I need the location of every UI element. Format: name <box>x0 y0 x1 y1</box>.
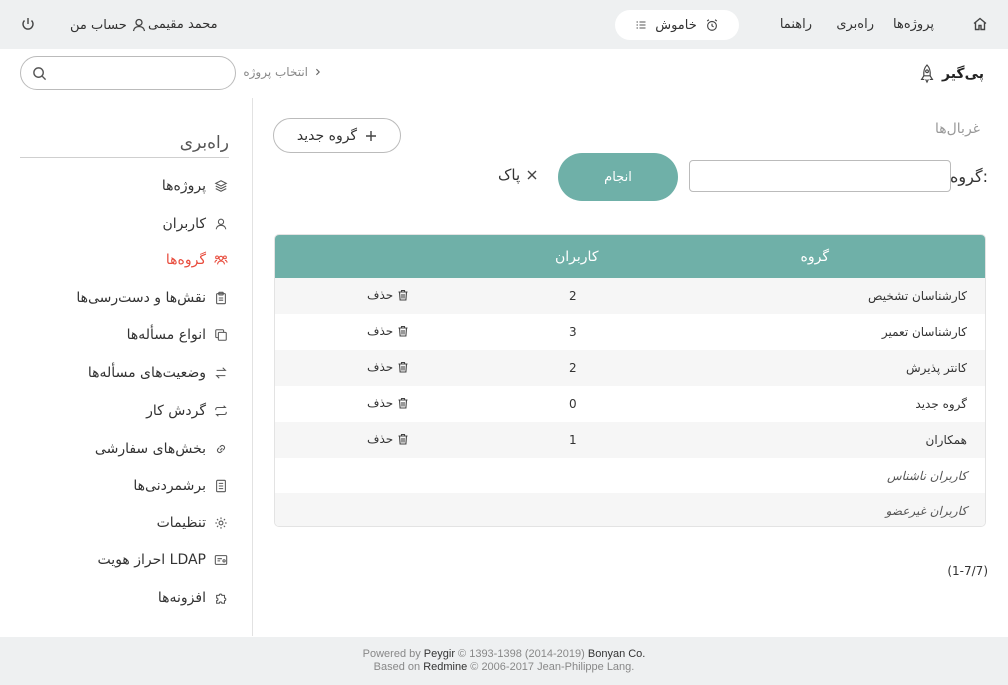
footer-line-based: Based on Redmine © 2006-2017 Jean-Philip… <box>373 661 635 673</box>
user-count: 2 <box>569 289 577 303</box>
sidebar-item-custom-fields[interactable]: بخش‌های سفارشی <box>95 441 228 457</box>
apply-button[interactable]: انجام <box>558 153 678 201</box>
sidebar-title: راه‌بری <box>179 133 229 153</box>
project-selector-label: انتخاب پروژه <box>243 65 308 79</box>
table-row: گروه جدید 0 حذف <box>275 386 985 422</box>
home-icon <box>973 17 987 31</box>
peygir-link[interactable]: Peygir <box>424 648 455 660</box>
group-name-link[interactable]: گروه جدید <box>915 397 967 411</box>
trash-icon <box>398 325 408 337</box>
group-name-link[interactable]: کاربران ناشناس <box>887 469 967 483</box>
footer: Powered by Peygir © 1393-1398 (2014-2019… <box>0 637 1008 685</box>
clear-button[interactable]: پاک <box>498 166 538 184</box>
sidebar-item-settings[interactable]: تنظیمات <box>157 515 228 531</box>
sidebar-title-underline <box>20 157 229 158</box>
sidebar-divider <box>252 98 253 636</box>
repeat-icon <box>215 405 227 417</box>
sidebar-item-groups[interactable]: گروه‌ها <box>166 252 228 268</box>
swap-icon <box>215 367 227 379</box>
list-icon <box>636 21 646 29</box>
user-icon <box>215 218 227 230</box>
gear-icon <box>215 517 227 529</box>
logout-button[interactable] <box>20 16 36 32</box>
trash-icon <box>398 361 408 373</box>
group-name-link[interactable]: کارشناسان تعمیر <box>882 325 967 339</box>
my-account-link[interactable]: حساب من <box>70 17 147 33</box>
group-filter-input[interactable] <box>689 160 951 192</box>
column-header-users[interactable]: کاربران <box>555 249 598 265</box>
chevron-right-icon <box>316 68 320 76</box>
new-group-button[interactable]: گروه جدید <box>273 118 401 153</box>
group-name-link[interactable]: کانتر پذیرش <box>906 361 967 375</box>
sidebar-item-roles[interactable]: نقش‌ها و دست‌رسی‌ها <box>76 290 228 306</box>
copy-icon <box>215 329 227 341</box>
pagination-count: (1-7/7) <box>947 564 988 578</box>
link-icon <box>217 445 225 453</box>
group-name-link[interactable]: همکاران <box>926 433 968 447</box>
filters-heading: غربال‌ها <box>934 121 980 137</box>
nav-projects[interactable]: پروژه‌ها <box>893 17 934 32</box>
power-icon <box>22 18 34 30</box>
sidebar-item-plugins[interactable]: افزونه‌ها <box>158 590 228 606</box>
clipboard-icon <box>216 291 226 305</box>
user-icon <box>132 18 145 32</box>
table-row: کارشناسان تعمیر 3 حذف <box>275 314 985 350</box>
column-header-group[interactable]: گروه <box>801 249 830 265</box>
nav-admin[interactable]: راه‌بری <box>836 17 874 32</box>
delete-button[interactable]: حذف <box>367 432 409 446</box>
delete-button[interactable]: حذف <box>367 396 409 410</box>
list-icon <box>216 479 226 493</box>
silent-toggle[interactable]: خاموش <box>615 10 739 40</box>
user-count: 0 <box>569 397 577 411</box>
brand-name: پی‌گیر <box>942 66 984 82</box>
sidebar-item-issue-types[interactable]: انواع مسأله‌ها <box>127 327 228 343</box>
sidebar-item-enumerations[interactable]: برشمردنی‌ها <box>133 478 228 494</box>
delete-button[interactable]: حذف <box>367 360 409 374</box>
silent-label: خاموش <box>655 17 697 33</box>
table-row: کاربران غیرعضو <box>275 493 985 526</box>
bonyan-link[interactable]: Bonyan Co. <box>588 648 645 660</box>
groups-table: گروه کاربران کارشناسان تشخیص 2 حذف کارشن… <box>274 234 986 527</box>
search-box[interactable] <box>20 56 236 90</box>
layers-icon <box>214 180 228 192</box>
table-row: کانتر پذیرش 2 حذف <box>275 350 985 386</box>
nav-help[interactable]: راهنما <box>780 17 812 32</box>
rocket-icon <box>920 64 934 84</box>
group-name-link[interactable]: کارشناسان تشخیص <box>868 289 967 303</box>
table-row: کاربران ناشناس <box>275 458 985 494</box>
user-count: 2 <box>569 361 577 375</box>
project-selector[interactable]: انتخاب پروژه <box>243 65 322 79</box>
delete-button[interactable]: حذف <box>367 288 409 302</box>
brand-logo[interactable]: پی‌گیر <box>918 62 984 86</box>
group-filter-label: گروه: <box>950 167 988 186</box>
table-header: گروه کاربران <box>275 235 985 278</box>
trash-icon <box>398 433 408 445</box>
search-icon <box>33 67 47 81</box>
close-icon <box>527 170 537 180</box>
redmine-link[interactable]: Redmine <box>423 661 467 673</box>
plus-icon <box>366 130 377 141</box>
trash-icon <box>398 289 408 301</box>
delete-button[interactable]: حذف <box>367 324 409 338</box>
trash-icon <box>398 397 408 409</box>
search-input[interactable] <box>57 63 227 83</box>
sidebar-item-issue-statuses[interactable]: وضعیت‌های مسأله‌ها <box>88 365 228 381</box>
table-row: همکاران 1 حذف <box>275 422 985 458</box>
footer-line-powered: Powered by Peygir © 1393-1398 (2014-2019… <box>362 648 646 660</box>
id-card-icon <box>214 555 228 565</box>
home-button[interactable] <box>972 16 988 32</box>
top-bar: پروژه‌ها راه‌بری راهنما خاموش حساب من مح… <box>0 0 1008 49</box>
alarm-clock-icon <box>706 19 717 31</box>
user-name[interactable]: محمد مقیمی <box>148 17 218 32</box>
user-count: 1 <box>569 433 577 447</box>
sidebar-item-projects[interactable]: پروژه‌ها <box>162 178 228 194</box>
sidebar-item-users[interactable]: کاربران <box>163 216 228 232</box>
sidebar-item-workflow[interactable]: گردش کار <box>146 403 228 419</box>
user-count: 3 <box>569 325 577 339</box>
sidebar-item-ldap[interactable]: احراز هویت LDAP <box>98 552 228 568</box>
group-name-link[interactable]: کاربران غیرعضو <box>886 504 967 518</box>
table-row: کارشناسان تشخیص 2 حذف <box>275 278 985 314</box>
group-icon <box>214 255 228 265</box>
puzzle-icon <box>216 593 227 604</box>
